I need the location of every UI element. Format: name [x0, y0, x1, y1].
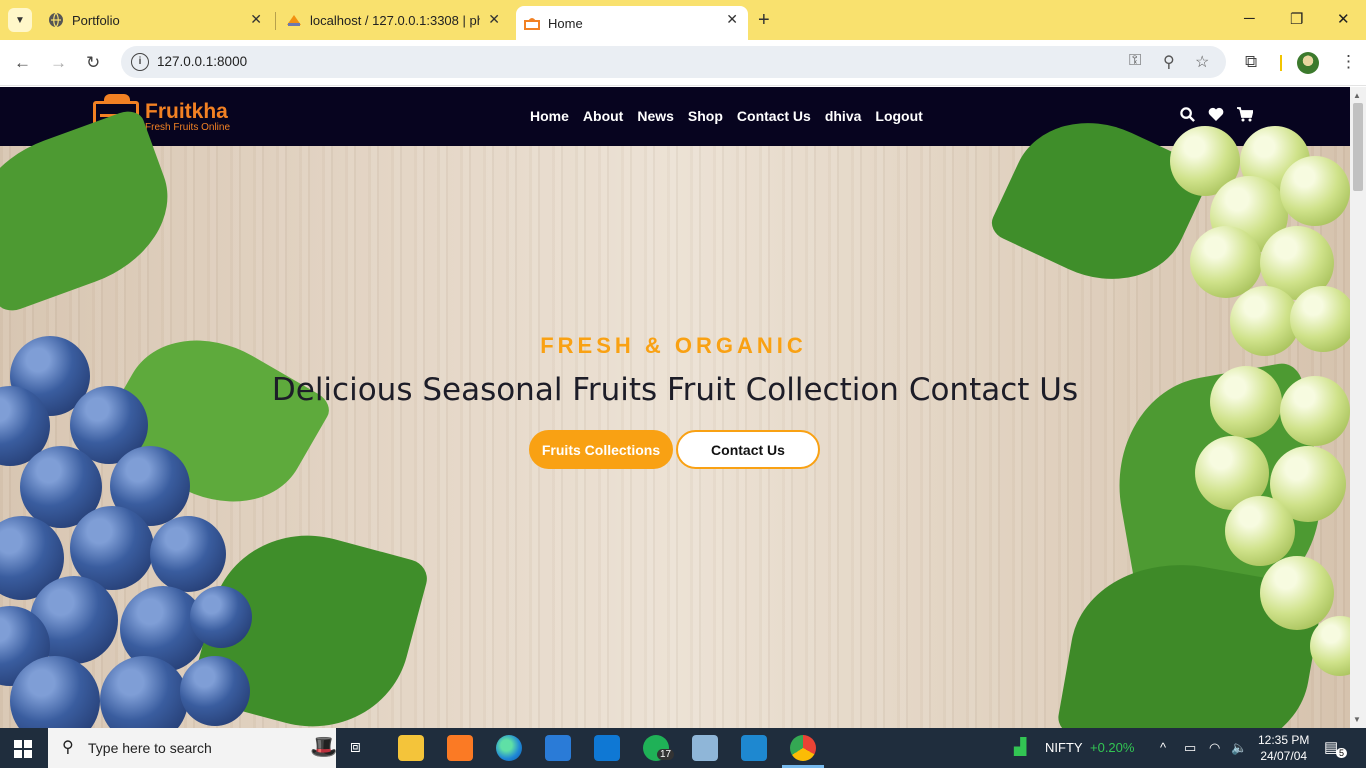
wifi-icon[interactable]: ◠: [1209, 740, 1220, 756]
edge-icon[interactable]: [496, 735, 522, 761]
tab-phpmyadmin[interactable]: localhost / 127.0.0.1:3308 | php ✕: [278, 6, 510, 34]
stock-trend-icon: ▟: [1014, 739, 1027, 756]
tab-title: localhost / 127.0.0.1:3308 | php: [310, 12, 480, 28]
site-navbar: Fruitkha Fresh Fruits Online Home About …: [0, 87, 1350, 146]
minimize-icon[interactable]: ─: [1244, 10, 1255, 27]
globe-icon: [48, 12, 64, 28]
battery-icon[interactable]: ▭: [1184, 740, 1196, 756]
reload-icon[interactable]: ↻: [86, 53, 100, 73]
nifty-change[interactable]: +0.20%: [1090, 740, 1134, 755]
forward-icon[interactable]: →: [50, 53, 67, 73]
mail-icon[interactable]: [594, 735, 620, 761]
brand-tagline: Fresh Fruits Online: [145, 121, 231, 133]
tab-portfolio[interactable]: Portfolio ✕: [40, 6, 272, 34]
clock-date: 24/07/04: [1260, 749, 1308, 763]
windows-taskbar: ⚲ Type here to search 🎩 ⧈ 17 ▟ NIFTY +0.…: [0, 728, 1366, 768]
web-page: Fruitkha Fresh Fruits Online Home About …: [0, 87, 1350, 728]
windows-start-icon[interactable]: [14, 740, 32, 758]
taskbar-search[interactable]: ⚲ Type here to search 🎩: [48, 728, 338, 768]
menu-user[interactable]: dhiva: [825, 108, 862, 124]
whatsapp-badge: 17: [657, 749, 675, 760]
site-info-icon[interactable]: i: [131, 53, 149, 71]
tab-search-button[interactable]: ▼: [8, 8, 32, 32]
brand-name: Fruitkha: [145, 99, 228, 123]
menu-news[interactable]: News: [637, 108, 674, 124]
new-tab-icon[interactable]: +: [758, 9, 770, 32]
clock[interactable]: 12:35 PM 24/07/04: [1258, 732, 1309, 764]
browser-toolbar: ← → ↻ i 127.0.0.1:8000 ⚿ ⚲ ☆ ⧉ ⋮: [0, 40, 1366, 86]
store-icon[interactable]: [545, 735, 571, 761]
hero-section: FRESH & ORGANIC Delicious Seasonal Fruit…: [0, 94, 1350, 728]
extensions-icon[interactable]: ⧉: [1245, 52, 1257, 72]
menu-logout[interactable]: Logout: [875, 108, 922, 124]
tab-home[interactable]: Home ✕: [516, 6, 748, 40]
toolbar-divider: [1280, 55, 1282, 71]
address-bar[interactable]: i 127.0.0.1:8000 ⚿ ⚲ ☆: [121, 46, 1226, 78]
phpmyadmin-icon: [286, 12, 302, 28]
volume-icon[interactable]: 🔈: [1231, 740, 1247, 756]
tab-title: Portfolio: [72, 12, 120, 28]
nifty-label[interactable]: NIFTY: [1045, 740, 1083, 755]
browser-tab-bar: ▼ Portfolio ✕ localhost / 127.0.0.1:3308…: [0, 0, 1366, 40]
notepad-icon[interactable]: [692, 735, 718, 761]
address-url[interactable]: 127.0.0.1:8000: [157, 54, 247, 69]
taskbar-search-placeholder: Type here to search: [88, 740, 212, 756]
heart-icon[interactable]: [1208, 107, 1224, 126]
menu-contact[interactable]: Contact Us: [737, 108, 811, 124]
profile-avatar[interactable]: [1297, 52, 1319, 74]
search-highlight-icon: 🎩: [310, 734, 338, 759]
nav-icons: [1180, 107, 1254, 126]
main-menu: Home About News Shop Contact Us dhiva Lo…: [530, 108, 923, 124]
menu-about[interactable]: About: [583, 108, 623, 124]
tab-title: Home: [548, 15, 583, 31]
show-hidden-icons-icon[interactable]: ^: [1160, 740, 1166, 755]
search-icon: ⚲: [62, 739, 74, 756]
clock-time: 12:35 PM: [1258, 733, 1310, 747]
close-window-icon[interactable]: ✕: [1337, 10, 1350, 28]
whatsapp-icon[interactable]: 17: [643, 735, 675, 761]
fruitkha-favicon-icon: [524, 15, 540, 31]
cart-icon[interactable]: [1237, 107, 1254, 126]
scroll-up-icon[interactable]: ▲: [1353, 91, 1361, 100]
chrome-icon[interactable]: [782, 735, 824, 768]
scrollbar-thumb[interactable]: [1353, 103, 1363, 191]
hero-subtitle: FRESH & ORGANIC: [540, 333, 807, 358]
close-tab-icon[interactable]: ✕: [726, 11, 738, 28]
search-icon[interactable]: [1180, 107, 1195, 126]
close-tab-icon[interactable]: ✕: [250, 11, 262, 28]
notifications-count: 5: [1336, 748, 1348, 758]
menu-shop[interactable]: Shop: [688, 108, 723, 124]
tab-separator: [275, 12, 276, 30]
close-tab-icon[interactable]: ✕: [488, 11, 500, 28]
page-scrollbar[interactable]: ▲ ▼: [1350, 87, 1366, 728]
file-explorer-icon[interactable]: [398, 735, 424, 761]
fruits-collections-button[interactable]: Fruits Collections: [529, 430, 673, 469]
scroll-down-icon[interactable]: ▼: [1353, 715, 1361, 724]
vscode-icon[interactable]: [741, 735, 767, 761]
xampp-icon[interactable]: [447, 735, 473, 761]
restore-icon[interactable]: ❐: [1290, 10, 1303, 28]
bookmark-star-icon[interactable]: ☆: [1195, 52, 1209, 72]
task-view-icon[interactable]: ⧈: [350, 737, 361, 757]
menu-home[interactable]: Home: [530, 108, 569, 124]
contact-us-button[interactable]: Contact Us: [676, 430, 820, 469]
back-icon[interactable]: ←: [14, 53, 31, 73]
key-icon[interactable]: ⚿: [1129, 52, 1141, 70]
more-menu-icon[interactable]: ⋮: [1340, 52, 1357, 72]
hero-title: Delicious Seasonal Fruits Fruit Collecti…: [271, 372, 1079, 408]
zoom-icon[interactable]: ⚲: [1163, 52, 1175, 72]
